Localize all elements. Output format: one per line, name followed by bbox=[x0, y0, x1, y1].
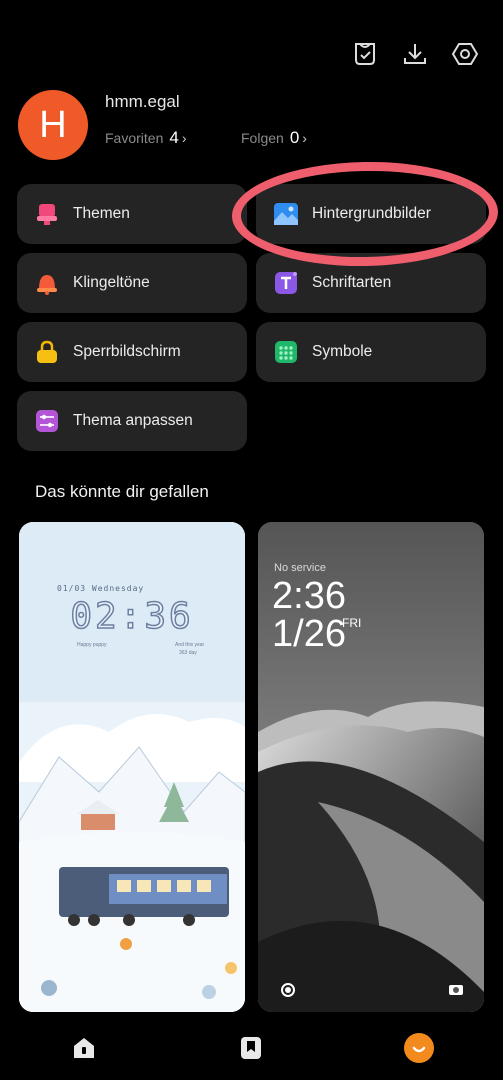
menu-icons-label: Symbole bbox=[312, 343, 373, 360]
chevron-right-icon: › bbox=[181, 130, 187, 146]
theme-card-winter[interactable]: 01/03 Wednesday 02:36 Happy puppy And th… bbox=[19, 522, 245, 1012]
menu-ringtones-label: Klingeltöne bbox=[73, 274, 150, 291]
card1-pet-label: Happy puppy bbox=[77, 642, 107, 648]
username: hmm.egal bbox=[105, 92, 180, 111]
card2-status: No service bbox=[274, 562, 326, 574]
card1-date: 01/03 Wednesday bbox=[57, 584, 145, 593]
icons-grid-icon bbox=[274, 340, 298, 364]
following-label: Folgen bbox=[241, 130, 284, 146]
card2-date: 1/26 bbox=[272, 613, 346, 655]
font-icon bbox=[274, 271, 298, 295]
card1-time: 02:36 bbox=[70, 595, 194, 638]
bell-icon bbox=[35, 271, 59, 295]
card2-day: FRI bbox=[342, 616, 362, 630]
card2-time: 2:36 bbox=[272, 575, 346, 617]
card1-days: 363 day bbox=[179, 650, 197, 656]
nav-home[interactable] bbox=[66, 1030, 102, 1066]
menu-customize[interactable]: Thema anpassen bbox=[17, 391, 247, 451]
menu-ringtones[interactable]: Klingeltöne bbox=[17, 253, 247, 313]
favorites-stat[interactable]: Favoriten 4 › bbox=[105, 128, 187, 148]
theme-card-dunes[interactable]: No service 2:36 1/26 FRI bbox=[258, 522, 484, 1012]
menu-icons[interactable]: Symbole bbox=[256, 322, 486, 382]
home-icon bbox=[74, 1038, 94, 1058]
bookmark-icon bbox=[241, 1037, 261, 1059]
menu-lockscreen-label: Sperrbildschirm bbox=[73, 343, 181, 360]
menu-fonts-label: Schriftarten bbox=[312, 274, 392, 291]
avatar-letter: H bbox=[39, 103, 67, 146]
sliders-icon bbox=[35, 409, 59, 433]
favorites-count: 4 bbox=[169, 128, 179, 147]
toolbar bbox=[351, 40, 479, 68]
following-count: 0 bbox=[289, 128, 300, 147]
menu-themes-label: Themen bbox=[73, 205, 130, 222]
menu-themes[interactable]: Themen bbox=[17, 184, 247, 244]
nav-profile[interactable] bbox=[401, 1030, 437, 1066]
themes-icon bbox=[35, 202, 59, 226]
profile-icon bbox=[404, 1033, 434, 1063]
following-stat[interactable]: Folgen 0 › bbox=[241, 128, 307, 148]
settings-icon[interactable] bbox=[451, 40, 479, 68]
download-icon[interactable] bbox=[401, 40, 429, 68]
section-title: Das könnte dir gefallen bbox=[35, 482, 209, 501]
avatar[interactable]: H bbox=[18, 90, 88, 160]
favorites-label: Favoriten bbox=[105, 130, 164, 146]
lock-icon bbox=[35, 340, 59, 364]
chevron-right-icon: › bbox=[302, 130, 307, 146]
card1-year-label: And this year bbox=[175, 642, 205, 648]
cart-check-icon[interactable] bbox=[351, 40, 379, 68]
menu-lockscreen[interactable]: Sperrbildschirm bbox=[17, 322, 247, 382]
menu-customize-label: Thema anpassen bbox=[73, 412, 193, 429]
nav-bookmarks[interactable] bbox=[233, 1030, 269, 1066]
